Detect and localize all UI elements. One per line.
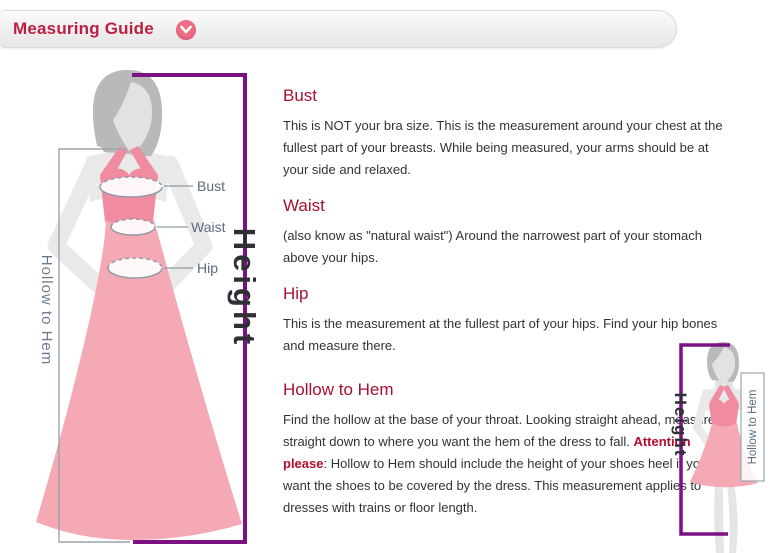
- hip-callout-label: Hip: [197, 260, 218, 276]
- chevron-down-icon[interactable]: [176, 20, 196, 40]
- section-waist-title: Waist: [283, 196, 730, 216]
- section-bust-title: Bust: [283, 86, 730, 106]
- small-height-label: Height: [671, 393, 690, 458]
- bust-callout-label: Bust: [197, 178, 225, 194]
- small-hollow-to-hem-label: Hollow to Hem: [747, 390, 759, 465]
- measuring-guide-panel: Measuring Guide: [0, 0, 778, 553]
- waist-callout-label: Waist: [191, 219, 226, 235]
- measuring-guide-title: Measuring Guide: [13, 11, 154, 47]
- height-label: Height: [227, 228, 262, 348]
- section-hip-title: Hip: [283, 284, 730, 304]
- small-figure-left-leg: [714, 483, 724, 553]
- section-bust-body: This is NOT your bra size. This is the m…: [283, 115, 730, 181]
- measuring-guide-header[interactable]: Measuring Guide: [0, 10, 677, 48]
- main-measurement-diagram: Bust Waist Hip Hollow to Hem Height: [20, 60, 270, 553]
- hollow-to-hem-label: Hollow to Hem: [38, 255, 55, 366]
- section-waist-body: (also know as "natural waist") Around th…: [283, 225, 730, 269]
- section-bust: Bust This is NOT your bra size. This is …: [283, 86, 730, 181]
- small-figure-right-leg: [727, 483, 738, 553]
- small-measurement-diagram: Hollow to Hem Height: [660, 335, 778, 553]
- section-waist: Waist (also know as "natural waist") Aro…: [283, 196, 730, 269]
